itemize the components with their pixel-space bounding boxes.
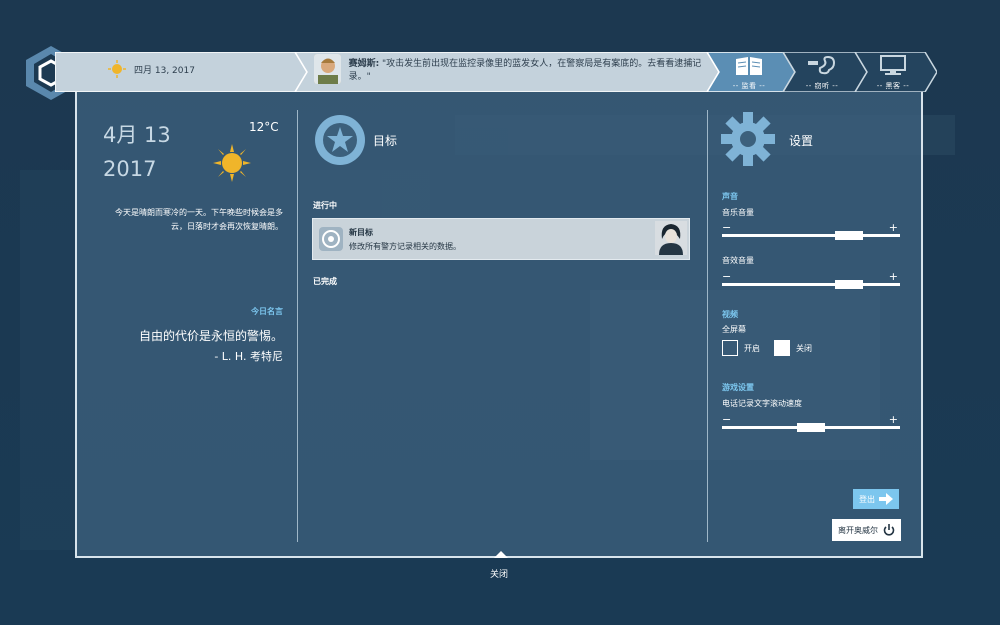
book-icon: [736, 57, 762, 75]
leave-label: 离开奥威尔: [838, 525, 878, 535]
goal-item[interactable]: 新目标 修改所有警方记录相关的数据。: [312, 218, 690, 260]
tab-eavesdrop[interactable]: -- 窃听 --: [787, 55, 857, 91]
sun-icon: [108, 60, 126, 78]
news-ticker[interactable]: 赛姆斯: "攻击发生前出现在监控录像里的蓝发女人，在警察局是有案底的。去看看逮捕…: [314, 54, 704, 84]
music-volume-label: 音乐音量: [722, 208, 754, 217]
weather-description: 今天是晴朗而寒冷的一天。下午晚些时候会是多云，日落时才会再次恢复晴朗。: [115, 208, 283, 231]
news-speaker: 赛姆斯:: [348, 59, 380, 69]
slider-track[interactable]: [722, 234, 900, 237]
sfx-volume-slider[interactable]: − +: [722, 270, 900, 289]
arrow-right-icon: [879, 493, 893, 505]
slider-minus[interactable]: −: [722, 413, 731, 426]
goal-title: 新目标: [349, 228, 373, 237]
fullscreen-on-checkbox[interactable]: [722, 340, 738, 356]
date-chip: 四月 13, 2017: [108, 60, 195, 78]
column-divider: [707, 110, 708, 542]
goal-description: 修改所有警方记录相关的数据。: [349, 242, 461, 251]
suspect-portrait: [655, 221, 687, 255]
sfx-volume-label: 音效音量: [722, 256, 754, 265]
scroll-speed-slider[interactable]: − +: [722, 413, 900, 432]
speaker-portrait: [314, 54, 341, 84]
logout-button[interactable]: 登出: [853, 489, 899, 509]
year: 2017: [103, 157, 157, 181]
fullscreen-off-label: 关闭: [796, 344, 812, 353]
slider-minus[interactable]: −: [722, 221, 731, 234]
leave-orwell-button[interactable]: 离开奥威尔: [832, 519, 901, 541]
quote-author: - L. H. 考特尼: [214, 350, 283, 363]
slider-thumb[interactable]: [835, 280, 863, 289]
sun-icon: [213, 144, 251, 182]
tab-hack[interactable]: -- 黑客 --: [858, 55, 928, 91]
computer-icon: [880, 55, 906, 75]
tab-monitor-label: -- 监看 --: [732, 82, 766, 90]
quote-text: 自由的代价是永恒的警惕。: [138, 329, 283, 343]
completed-label: 已完成: [313, 277, 337, 286]
column-divider: [297, 110, 298, 542]
close-button[interactable]: 关闭: [490, 567, 508, 580]
goal-target-icon: [319, 227, 343, 251]
scroll-speed-label: 电话记录文字滚动速度: [722, 399, 802, 408]
fullscreen-on-label: 开启: [744, 344, 760, 353]
slider-thumb[interactable]: [835, 231, 863, 240]
game-settings-heading: 游戏设置: [722, 383, 754, 392]
slider-plus[interactable]: +: [889, 270, 898, 283]
quote-heading: 今日名言: [251, 307, 283, 316]
game-screen: 四月 13, 2017 赛姆斯: "攻击发生前出现在监控录像里的蓝发女人，在警察…: [0, 0, 1000, 625]
fullscreen-off-checkbox[interactable]: [774, 340, 790, 356]
target-star-icon: [315, 115, 365, 165]
sound-heading: 声音: [722, 192, 738, 201]
music-volume-slider[interactable]: − +: [722, 221, 900, 240]
tab-hack-label: -- 黑客 --: [876, 82, 910, 90]
fullscreen-label: 全屏幕: [722, 325, 746, 334]
tab-eavesdrop-label: -- 窃听 --: [805, 82, 839, 90]
month-day: 4月 13: [103, 123, 171, 147]
in-progress-label: 进行中: [313, 201, 337, 210]
tab-monitor[interactable]: -- 监看 --: [714, 55, 784, 91]
slider-minus[interactable]: −: [722, 270, 731, 283]
slider-plus[interactable]: +: [889, 221, 898, 234]
gear-icon: [721, 112, 775, 166]
close-arrow-icon[interactable]: [494, 551, 508, 558]
ear-icon: [808, 55, 836, 75]
goals-title: 目标: [373, 134, 398, 148]
big-date: 4月 13 2017: [103, 118, 171, 186]
slider-thumb[interactable]: [797, 423, 825, 432]
settings-title: 设置: [789, 134, 814, 148]
power-icon: [883, 524, 895, 536]
background-sidebar: [20, 170, 80, 550]
temperature: 12°C: [249, 120, 279, 134]
logout-label: 登出: [859, 494, 875, 504]
video-heading: 视频: [722, 310, 738, 319]
news-text: "攻击发生前出现在监控录像里的蓝发女人，在警察局是有案底的。去看看逮捕记录。": [348, 59, 702, 82]
header-date: 四月 13, 2017: [134, 65, 195, 76]
slider-track[interactable]: [722, 283, 900, 286]
slider-plus[interactable]: +: [889, 413, 898, 426]
overlay-panel: 4月 13 2017 12°C 今天是晴朗而寒冷的一天。下午晚些时候会是多云，日…: [75, 92, 923, 558]
